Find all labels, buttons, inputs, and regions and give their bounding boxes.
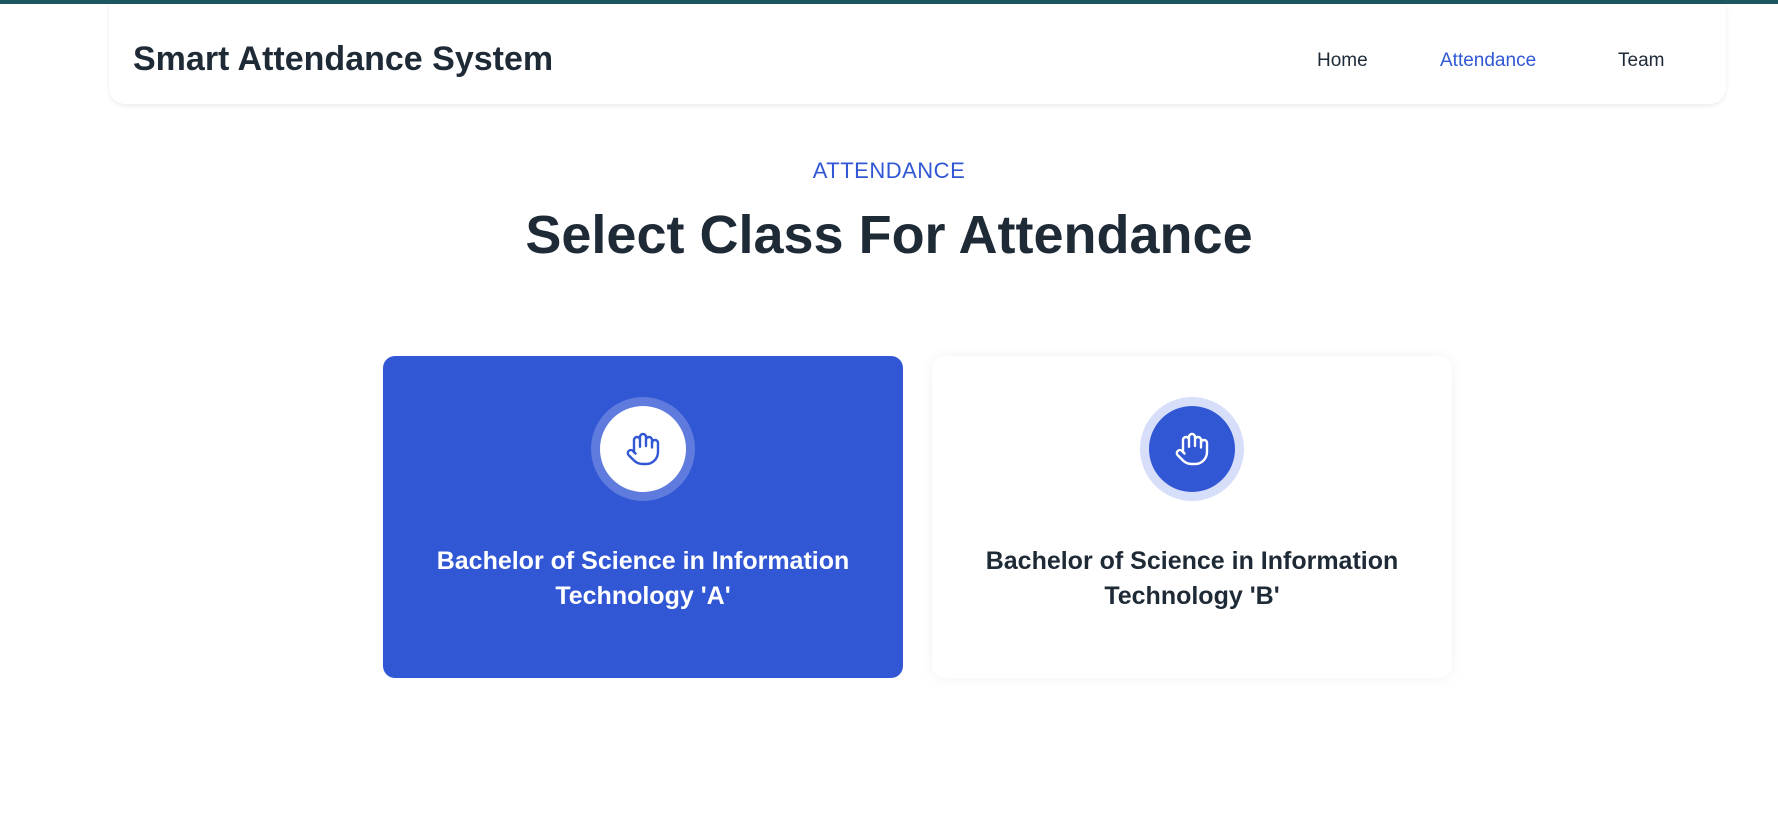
class-card-a[interactable]: Bachelor of Science in Information Techn… [383, 356, 903, 678]
icon-ring [1140, 397, 1244, 501]
section-eyebrow: ATTENDANCE [812, 158, 966, 183]
nav-home[interactable]: Home [1317, 50, 1368, 72]
hand-icon [1149, 406, 1235, 492]
hand-icon [600, 406, 686, 492]
nav-attendance[interactable]: Attendance [1440, 50, 1536, 72]
app-title[interactable]: Smart Attendance System [133, 40, 553, 79]
navbar: Smart Attendance System Home Attendance … [109, 4, 1726, 104]
page-title: Select Class For Attendance [525, 205, 1253, 265]
class-card-b[interactable]: Bachelor of Science in Information Techn… [932, 356, 1452, 678]
nav-team[interactable]: Team [1618, 50, 1664, 72]
class-label: Bachelor of Science in Information Techn… [436, 547, 850, 610]
class-label: Bachelor of Science in Information Techn… [985, 547, 1399, 610]
icon-ring [591, 397, 695, 501]
